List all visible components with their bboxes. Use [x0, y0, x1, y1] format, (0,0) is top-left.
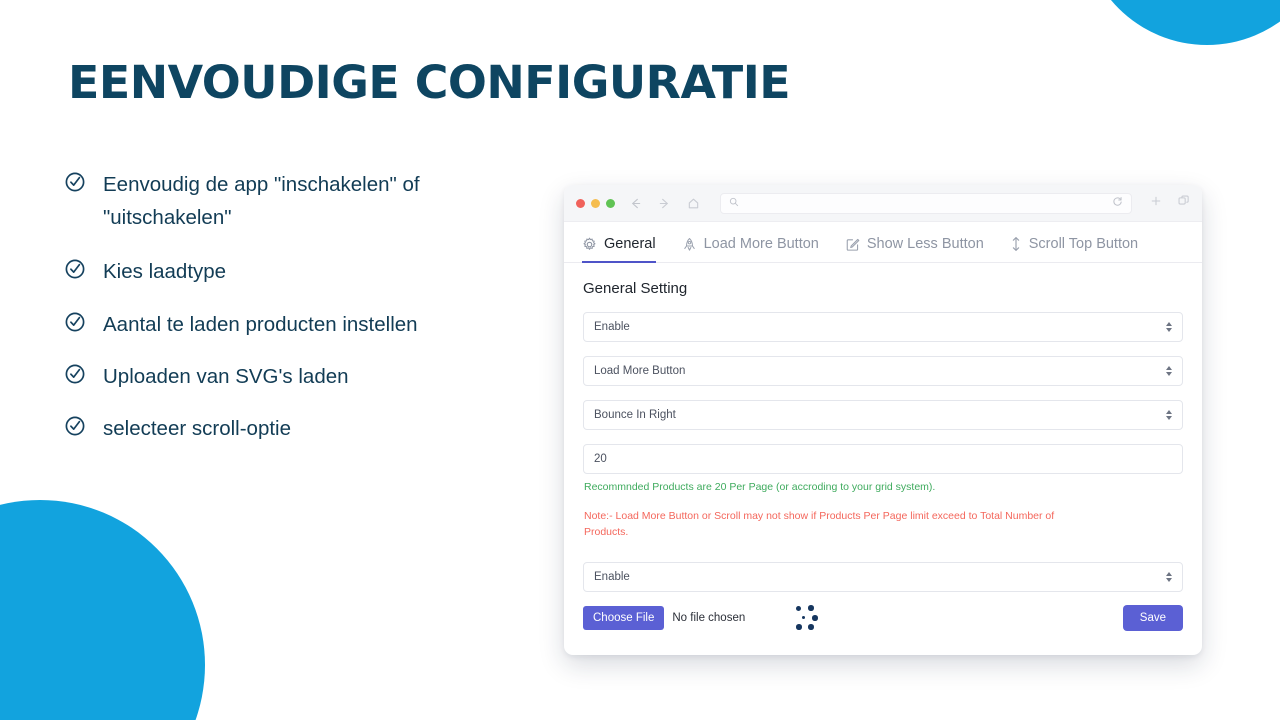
stepper-arrows-icon[interactable] — [1166, 572, 1172, 583]
reload-icon[interactable] — [1112, 194, 1123, 212]
select-value: Enable — [594, 321, 630, 333]
form-footer: Choose File No file chosen Save — [583, 605, 1183, 632]
decorative-blob-bottom-left — [0, 500, 205, 720]
check-circle-icon — [64, 171, 86, 193]
tab-label: Scroll Top Button — [1028, 236, 1139, 252]
tab-load-more-button[interactable]: Load More Button — [682, 236, 819, 263]
list-item-label: selecteer scroll-optie — [103, 417, 291, 441]
check-circle-icon — [64, 311, 86, 333]
browser-window: General Load More Button Show Less Butto… — [564, 185, 1202, 655]
general-settings-panel: General Setting Enable Load More Button … — [564, 263, 1202, 632]
file-status-label: No file chosen — [672, 612, 746, 625]
tab-show-less-button[interactable]: Show Less Button — [845, 236, 984, 263]
list-item: Eenvoudig de app "inschakelen" of "uitsc… — [64, 168, 534, 234]
loading-dots-spinner — [795, 605, 821, 631]
plus-icon[interactable] — [1150, 194, 1162, 212]
gear-icon — [582, 237, 597, 252]
tab-scroll-top-button[interactable]: Scroll Top Button — [1010, 236, 1138, 263]
list-item-label: Kies laadtype — [103, 260, 227, 284]
window-controls — [576, 198, 615, 208]
load-type-select[interactable]: Load More Button — [583, 356, 1183, 386]
settings-tabbar: General Load More Button Show Less Butto… — [564, 222, 1202, 263]
section-title: General Setting — [583, 280, 688, 297]
scroll-enable-select[interactable]: Enable — [583, 562, 1183, 593]
animation-select[interactable]: Bounce In Right — [583, 400, 1183, 430]
check-circle-icon — [64, 415, 86, 437]
products-per-page-input[interactable]: 20 — [583, 444, 1183, 474]
warning-note: Note:- Load More Button or Scroll may no… — [584, 509, 1055, 539]
select-value: Load More Button — [594, 365, 686, 377]
up-down-arrow-icon — [1010, 236, 1022, 252]
slide-canvas: EENVOUDIGE CONFIGURATIE Eenvoudig de app… — [0, 0, 1280, 720]
tabs-icon[interactable] — [1177, 194, 1190, 212]
chrome-right-actions — [1150, 194, 1190, 212]
browser-chrome — [564, 185, 1202, 222]
choose-file-button[interactable]: Choose File — [583, 606, 665, 631]
list-item: Uploaden van SVG's laden — [64, 360, 534, 393]
input-value: 20 — [594, 453, 607, 465]
page-title: EENVOUDIGE CONFIGURATIE — [68, 56, 791, 109]
edit-square-icon — [845, 237, 860, 252]
list-item-label: Aantal te laden producten instellen — [103, 312, 418, 336]
list-item: Kies laadtype — [64, 255, 534, 288]
rocket-icon — [682, 237, 697, 252]
address-bar[interactable] — [720, 192, 1132, 214]
check-circle-icon — [64, 258, 86, 280]
home-icon[interactable] — [687, 197, 700, 210]
stepper-arrows-icon[interactable] — [1166, 366, 1172, 376]
stepper-arrows-icon[interactable] — [1166, 322, 1172, 332]
tab-label: General — [604, 236, 656, 252]
enable-select[interactable]: Enable — [583, 312, 1183, 342]
feature-list: Eenvoudig de app "inschakelen" of "uitsc… — [64, 168, 534, 464]
check-circle-icon — [64, 363, 86, 385]
tab-label: Load More Button — [703, 236, 819, 252]
minimize-window-button[interactable] — [591, 198, 600, 208]
forward-arrow-icon[interactable] — [658, 197, 671, 210]
decorative-blob-top-right — [1082, 0, 1280, 45]
recommendation-hint: Recommnded Products are 20 Per Page (or … — [584, 481, 936, 493]
tab-label: Show Less Button — [866, 236, 984, 252]
list-item: selecteer scroll-optie — [64, 412, 534, 445]
navigation-buttons — [629, 197, 700, 210]
list-item: Aantal te laden producten instellen — [64, 308, 534, 341]
select-value: Enable — [594, 571, 630, 584]
search-icon — [729, 194, 739, 212]
tab-general[interactable]: General — [582, 236, 656, 263]
maximize-window-button[interactable] — [606, 198, 615, 208]
save-button[interactable]: Save — [1122, 605, 1183, 632]
select-value: Bounce In Right — [594, 409, 676, 421]
list-item-label: Eenvoudig de app "inschakelen" of "uitsc… — [103, 173, 420, 230]
back-arrow-icon[interactable] — [629, 197, 642, 210]
close-window-button[interactable] — [576, 198, 585, 208]
list-item-label: Uploaden van SVG's laden — [103, 364, 349, 388]
stepper-arrows-icon[interactable] — [1166, 410, 1172, 420]
